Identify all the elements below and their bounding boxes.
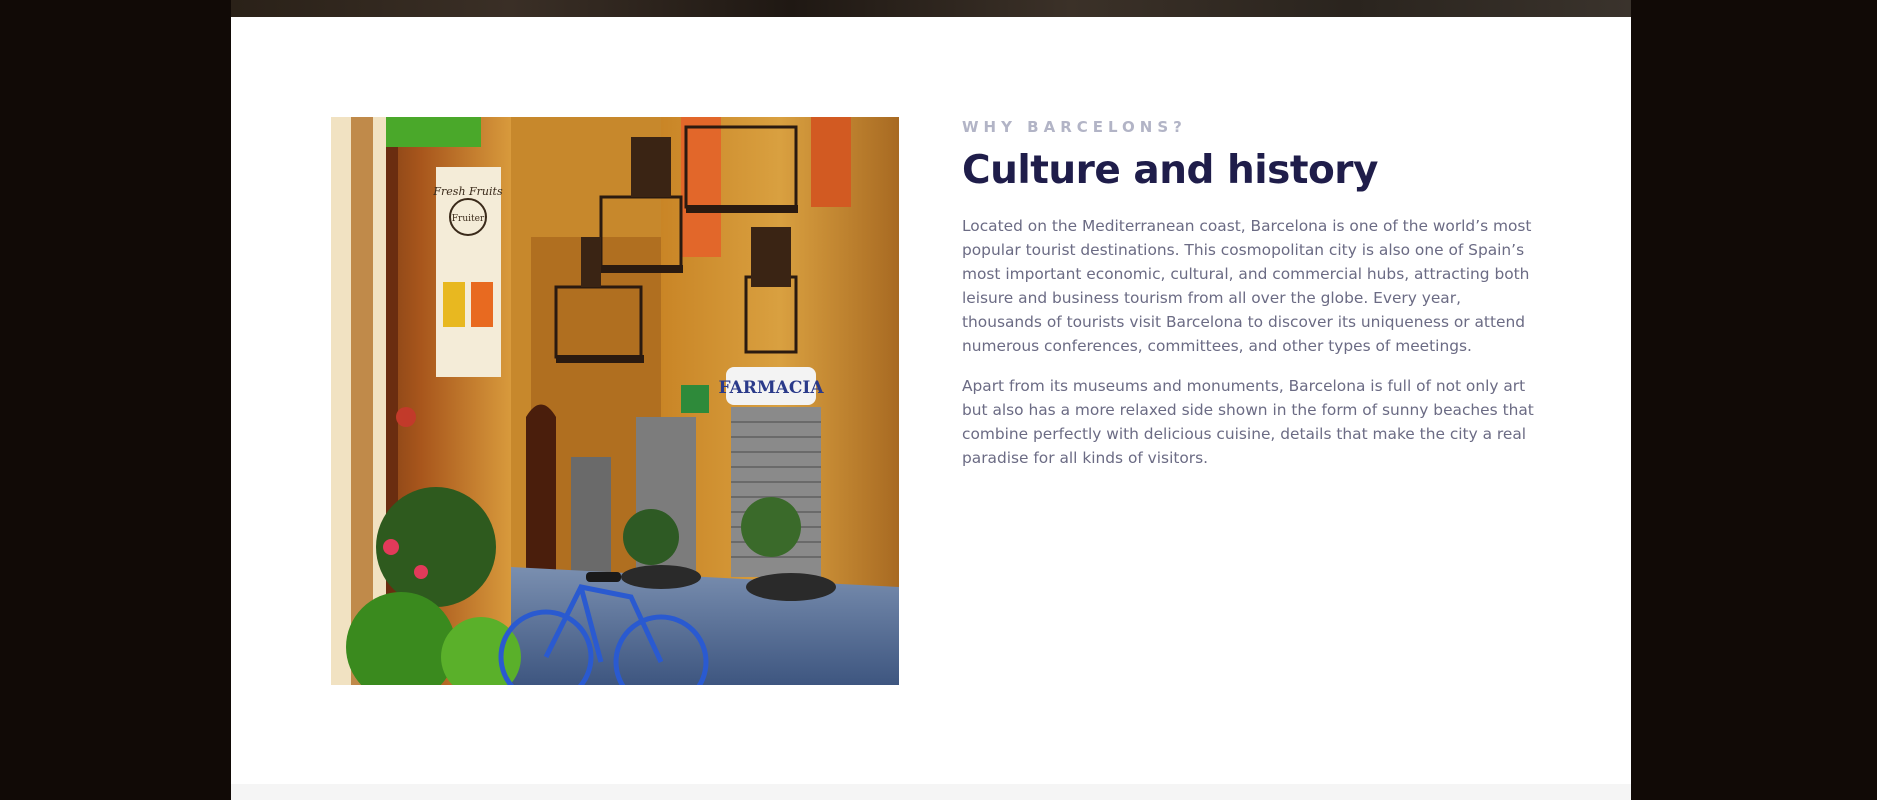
text-column: WHY BARCELONS? Culture and history Locat… <box>962 118 1537 470</box>
intro-paragraph: Located on the Mediterranean coast, Barc… <box>962 217 1532 355</box>
section-title: Culture and history <box>962 148 1378 193</box>
hero-image-strip <box>231 0 1631 17</box>
next-section-edge <box>231 784 1631 800</box>
barcelona-street-photo: FARMACIA Fresh Fruits Fruiter <box>331 117 899 685</box>
second-paragraph: Apart from its museums and monuments, Ba… <box>962 377 1534 467</box>
content-section: FARMACIA Fresh Fruits Fruiter WHY BARCEL… <box>231 17 1631 784</box>
banner-line-1: Fresh Fruits <box>432 185 503 198</box>
banner-line-2: Fruiter <box>452 214 485 224</box>
farmacia-sign-text: FARMACIA <box>718 378 824 398</box>
page: FARMACIA Fresh Fruits Fruiter WHY BARCEL… <box>0 0 1877 800</box>
section-eyebrow: WHY BARCELONS? <box>962 118 1187 136</box>
